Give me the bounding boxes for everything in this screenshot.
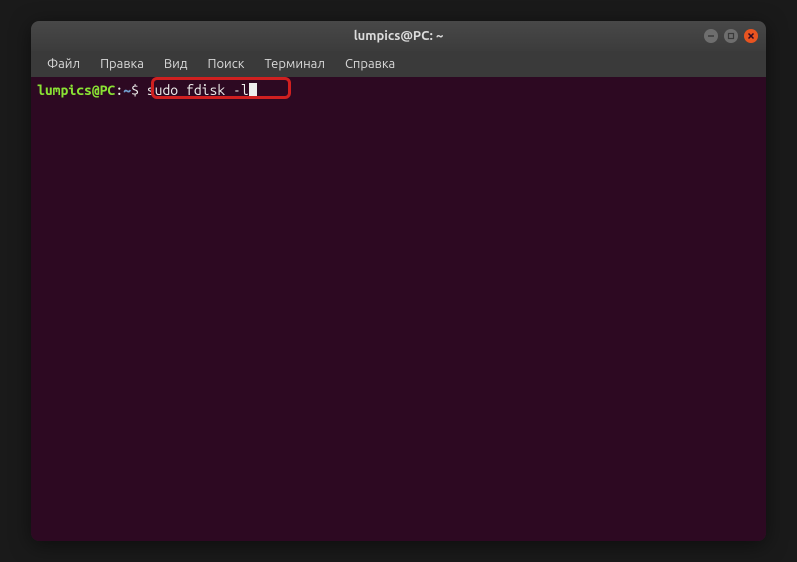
menu-help[interactable]: Справка bbox=[337, 55, 403, 73]
terminal-window: lumpics@PC: ~ Файл Правка Вид Поиск Терм… bbox=[31, 21, 766, 541]
maximize-icon bbox=[727, 32, 735, 40]
menu-file[interactable]: Файл bbox=[39, 55, 88, 73]
terminal-body[interactable]: lumpics@PC:~$ sudo fdisk -l bbox=[31, 77, 766, 541]
window-title: lumpics@PC: ~ bbox=[354, 29, 444, 43]
terminal-line: lumpics@PC:~$ sudo fdisk -l bbox=[37, 81, 760, 99]
menu-edit[interactable]: Правка bbox=[92, 55, 152, 73]
prompt-dollar: $ bbox=[131, 81, 147, 99]
titlebar: lumpics@PC: ~ bbox=[31, 21, 766, 51]
menu-search[interactable]: Поиск bbox=[199, 55, 252, 73]
menubar: Файл Правка Вид Поиск Терминал Справка bbox=[31, 51, 766, 77]
prompt-colon: : bbox=[115, 81, 123, 99]
maximize-button[interactable] bbox=[724, 29, 738, 43]
minimize-icon bbox=[707, 32, 715, 40]
menu-view[interactable]: Вид bbox=[156, 55, 196, 73]
menu-terminal[interactable]: Терминал bbox=[256, 55, 332, 73]
cursor bbox=[249, 83, 257, 98]
minimize-button[interactable] bbox=[704, 29, 718, 43]
close-button[interactable] bbox=[744, 29, 758, 43]
prompt-path: ~ bbox=[123, 81, 131, 99]
command-text: sudo fdisk -l bbox=[147, 81, 249, 99]
window-controls bbox=[704, 29, 758, 43]
close-icon bbox=[747, 32, 755, 40]
prompt-user: lumpics@PC bbox=[37, 81, 115, 99]
